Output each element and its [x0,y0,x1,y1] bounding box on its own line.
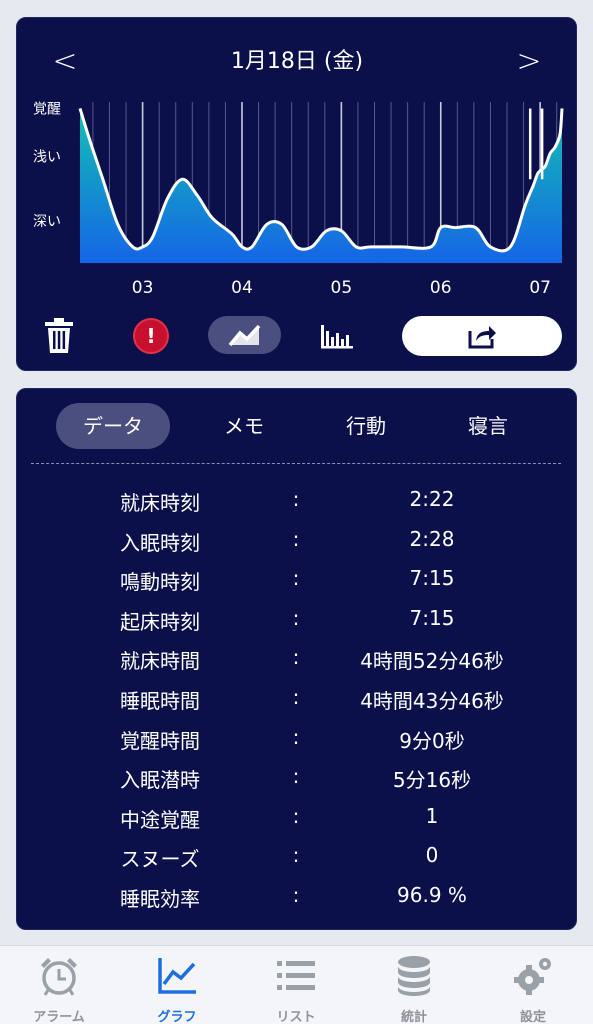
stat-row: 覚醒時間: 9分0秒 [17,719,576,759]
tabbar-label: リスト [276,1010,316,1024]
graph-icon [158,958,196,994]
tabbar-item-settings[interactable]: 設定 [474,954,592,1024]
stat-label: 起床時刻 [120,609,200,634]
stat-colon: : [292,882,300,907]
tab-action[interactable]: 行動 [314,403,418,449]
stat-colon: : [292,724,300,749]
stat-row: 起床時刻: 7:15 [17,600,576,640]
stat-label: 鳴動時刻 [120,570,200,595]
stat-value: 7:15 [409,605,455,630]
stat-value: 2:28 [409,526,455,551]
tabbar-item-list[interactable]: リスト [237,954,355,1024]
stat-label: スヌーズ [120,847,200,872]
stat-value: 1 [425,803,439,828]
sleep-depth-chart: 覚醒浅い深い 03 04 05 06 07 [33,101,564,298]
stat-label: 覚醒時間 [120,728,200,753]
stat-label: 睡眠効率 [120,886,200,911]
stat-value: 4時間52分46秒 [360,649,504,674]
stat-colon: : [292,803,300,828]
stat-colon: : [292,566,300,591]
delete-button[interactable] [39,316,79,356]
x-axis-label: 04 [231,278,253,298]
y-axis-label: 覚醒 [33,101,61,117]
stat-label: 睡眠時間 [120,688,200,713]
x-axis-label: 05 [331,278,353,298]
bar-chart-icon [321,325,353,349]
stat-label: 就床時刻 [120,491,200,515]
stat-row: 睡眠効率: 96.9 % [17,877,576,917]
stat-colon: : [292,605,300,630]
list-icon [277,961,315,990]
previous-day-button[interactable]: < [47,44,83,80]
sleep-line [78,107,564,253]
stat-row: 入眠潜時: 5分16秒 [17,758,576,798]
stat-value: 9分0秒 [399,728,465,753]
trash-icon [45,318,73,353]
y-axis-label: 浅い [33,150,61,166]
y-axis-label: 深い [33,214,61,230]
stats-list: 就床時刻:2:22 入眠時刻:2:28 鳴動時刻:7:15 起床時刻:7:15 … [17,481,576,917]
stat-label: 就床時間 [120,649,200,674]
tabbar-label: 設定 [519,1010,546,1024]
date-title: 1月18日 (金) [230,49,364,74]
tabbar-label: アラーム [33,1010,85,1024]
stat-row: スヌーズ: 0 [17,837,576,877]
tabbar-item-alarm[interactable]: アラーム [0,954,118,1024]
stat-colon: : [292,684,300,709]
alarm-clock-icon [41,958,77,996]
stat-value: 5分16秒 [392,768,472,793]
x-axis-label: 06 [430,278,452,298]
alert-button[interactable]: ! [131,316,171,356]
share-button[interactable] [402,316,562,356]
dashed-divider [31,463,561,464]
sleep-graph-panel: < 1月18日 (金) > 覚醒 浅い 深い 03 04 05 06 07 ! [16,17,577,371]
stat-value: 96.9 % [397,882,467,907]
x-axis-label: 03 [132,278,154,298]
stat-row: 中途覚醒: 1 [17,798,576,838]
tab-sleep-talk[interactable]: 寝言 [436,403,540,449]
sleep-data-panel: データ メモ 行動 寝言 就床時刻: 2:22 入眠時刻: 2:28 鳴動時刻: 7:… [16,388,577,930]
stat-row: 入眠時刻: 2:28 [17,521,576,561]
stat-colon: : [292,645,300,670]
stat-label: 中途覚醒 [120,807,200,832]
stat-colon: : [292,843,300,868]
x-axis-label: 07 [529,278,551,298]
bottom-tab-bar: アラーム グラフ リスト 統計 設定 [0,945,593,1024]
graph-toolbar: ! [17,314,576,360]
alert-icon: ! [133,318,169,354]
stat-row: 鳴動時刻: 7:15 [17,560,576,600]
stat-colon: : [292,526,300,551]
tab-memo[interactable]: メモ [192,403,296,449]
stat-colon: : [292,764,300,789]
tabbar-item-graph[interactable]: グラフ [118,954,236,1024]
gear-icon [514,958,551,995]
date-header: < 1月18日 (金) > [17,18,576,92]
stat-value: 4時間43分46秒 [360,688,504,713]
stat-value: 0 [425,843,439,868]
stat-row: 睡眠時間: 4時間43分46秒 [17,679,576,719]
tabbar-label: グラフ [157,1010,197,1024]
tabbar-label: 統計 [400,1010,427,1024]
stat-label: 入眠時刻 [120,530,200,555]
stat-value: 2:22 [409,487,455,511]
stat-label: 入眠潜時 [120,768,200,793]
detail-tabs: データ メモ 行動 寝言 [17,403,576,449]
tab-data[interactable]: データ [56,403,170,449]
graph-view-button[interactable] [208,316,281,354]
tabbar-item-stats[interactable]: 統計 [355,954,473,1024]
next-day-button[interactable]: > [511,44,547,80]
share-icon [468,326,496,349]
database-icon [398,956,430,996]
stat-row: 就床時刻: 2:22 [17,481,576,521]
line-graph-icon [228,324,260,347]
stat-value: 7:15 [409,566,455,591]
stat-colon: : [292,487,300,511]
stat-row: 就床時間: 4時間52分46秒 [17,639,576,679]
bar-view-button[interactable] [315,316,359,356]
